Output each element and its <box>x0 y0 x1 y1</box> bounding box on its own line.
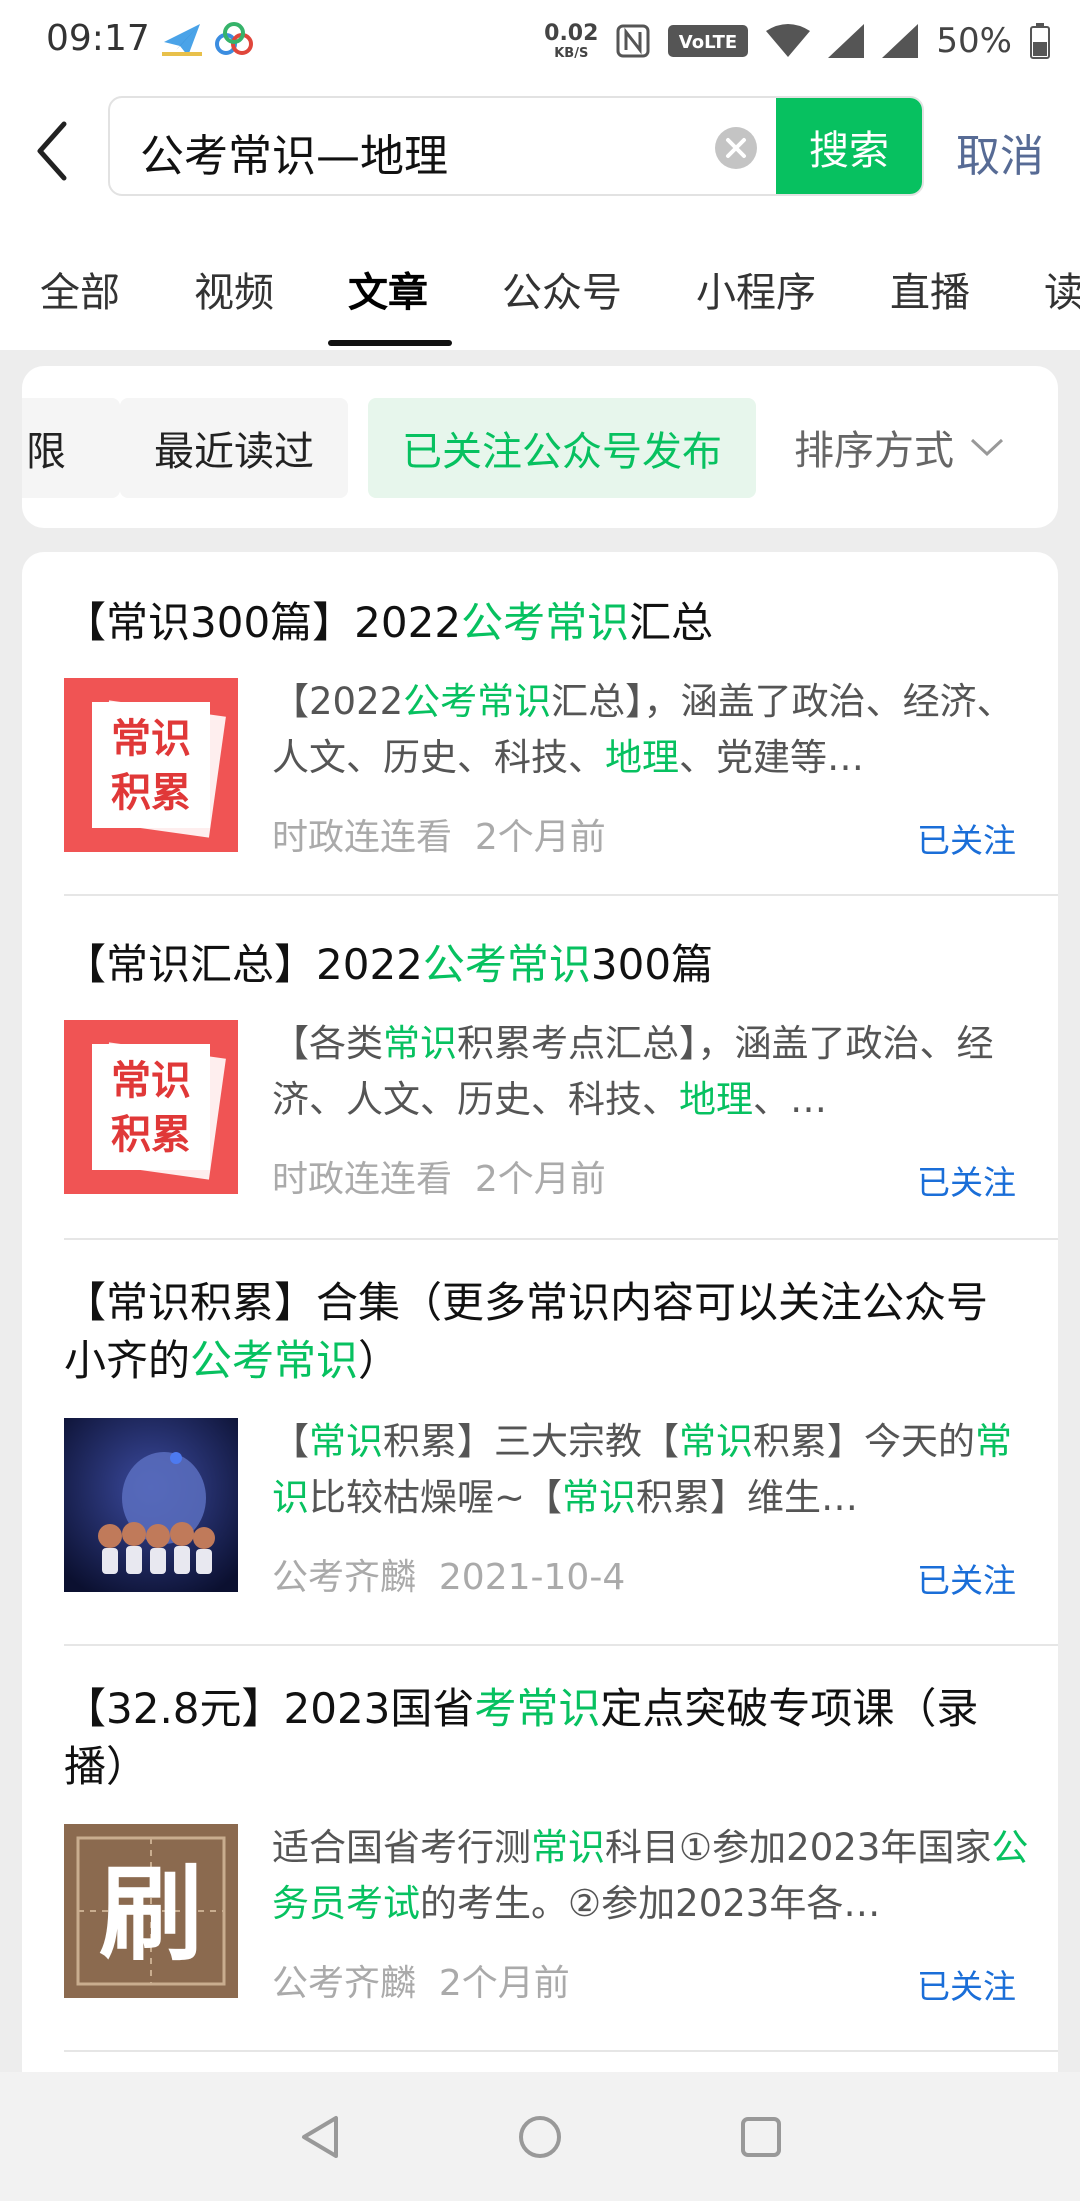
tab-read[interactable]: 读 <box>1044 260 1080 318</box>
volte-icon: VoLTE <box>668 25 749 57</box>
result-title: 【常识300篇】2022公考常识汇总 <box>64 598 714 647</box>
nav-recents-icon[interactable] <box>736 2112 786 2162</box>
followed-badge: 已关注 <box>917 1561 1016 1600</box>
divider <box>64 1238 1058 1240</box>
svg-text:常识: 常识 <box>111 715 191 762</box>
result-snippet: 【各类常识积累考点汇总】，涵盖了政治、经济、人文、历史、科技、地理、… <box>272 1022 994 1121</box>
result-title: 【常识汇总】2022公考常识300篇 <box>64 940 714 989</box>
filter-chip-limit[interactable]: 限 <box>22 398 120 498</box>
result-time: 2个月前 <box>474 817 606 858</box>
battery-icon <box>1030 23 1050 59</box>
result-thumbnail <box>64 1418 238 1592</box>
tab-video[interactable]: 视频 <box>194 260 274 318</box>
divider <box>64 2050 1058 2052</box>
tab-mini-programs[interactable]: 小程序 <box>696 260 816 318</box>
signal-icon-2 <box>882 24 919 58</box>
filter-bar: 限 最近读过 已关注公众号发布 排序方式 <box>22 366 1058 528</box>
back-arrow-icon[interactable] <box>34 116 74 186</box>
active-tab-indicator <box>328 340 452 346</box>
svg-text:刷: 刷 <box>99 1852 203 1975</box>
nav-back-icon[interactable] <box>296 2112 346 2162</box>
result-meta: 公考齐麟 2个月前 <box>272 1954 570 2006</box>
category-tabs: 全部 视频 文章 公众号 小程序 直播 读 <box>0 240 1080 350</box>
filter-chip-followed-accounts[interactable]: 已关注公众号发布 <box>368 398 756 498</box>
chevron-down-icon <box>970 438 1004 457</box>
result-thumbnail: 常识 积累 <box>64 1020 238 1194</box>
result-source[interactable]: 公考齐麟 <box>272 1963 416 2004</box>
sort-dropdown[interactable]: 排序方式 <box>794 418 1004 476</box>
search-header: 公考常识—地理 搜索 取消 全部 视频 文章 公众号 小程序 直播 读 <box>0 80 1080 350</box>
followed-badge: 已关注 <box>917 1163 1016 1202</box>
status-bar: 09:17 0.02 KB/S VoLTE 50% <box>0 0 1080 80</box>
paper-plane-icon <box>162 24 202 56</box>
svg-text:常识: 常识 <box>111 1057 191 1104</box>
result-meta: 时政连连看 2个月前 <box>272 1150 606 1202</box>
tab-articles[interactable]: 文章 <box>348 260 428 318</box>
system-nav-bar <box>0 2072 1080 2201</box>
result-time: 2个月前 <box>474 1159 606 1200</box>
followed-badge: 已关注 <box>917 821 1016 860</box>
search-bar[interactable]: 公考常识—地理 搜索 <box>108 96 924 196</box>
result-title: 【32.8元】2023国省考常识定点突破专项课（录播） <box>64 1684 979 1791</box>
result-source[interactable]: 时政连连看 <box>272 1159 452 1200</box>
divider <box>64 894 1058 896</box>
wifi-icon <box>766 24 811 57</box>
result-time: 2个月前 <box>438 1963 570 2004</box>
result-snippet: 适合国省考行测常识科目①参加2023年国家公务员考试的考生。②参加2023年各… <box>272 1826 1029 1925</box>
result-source[interactable]: 时政连连看 <box>272 817 452 858</box>
divider <box>64 1644 1058 1646</box>
filter-chip-recently-read[interactable]: 最近读过 <box>120 398 348 498</box>
cancel-button[interactable]: 取消 <box>956 120 1044 184</box>
result-snippet: 【常识积累】三大宗教【常识积累】今天的常识比较枯燥喔~【常识积累】维生… <box>272 1420 1012 1519</box>
clear-icon[interactable] <box>714 126 758 170</box>
tab-official-accounts[interactable]: 公众号 <box>502 260 622 318</box>
tab-live[interactable]: 直播 <box>890 260 970 318</box>
result-time: 2021-10-4 <box>438 1557 626 1598</box>
tab-all[interactable]: 全部 <box>40 260 120 318</box>
nav-home-icon[interactable] <box>515 2112 565 2162</box>
result-thumbnail: 常识 积累 <box>64 678 238 852</box>
nfc-icon <box>616 24 650 58</box>
sort-label: 排序方式 <box>794 428 954 474</box>
result-title: 【常识积累】合集（更多常识内容可以关注公众号小齐的公考常识） <box>64 1278 989 1385</box>
result-meta: 时政连连看 2个月前 <box>272 808 606 860</box>
signal-icon <box>828 24 865 58</box>
result-thumbnail: 刷 <box>64 1824 238 1998</box>
search-input[interactable]: 公考常识—地理 <box>140 120 448 184</box>
result-meta: 公考齐麟 2021-10-4 <box>272 1548 625 1600</box>
network-speed: 0.02 KB/S <box>544 20 599 61</box>
battery-percent: 50% <box>936 21 1012 61</box>
svg-text:积累: 积累 <box>111 769 191 816</box>
followed-badge: 已关注 <box>917 1967 1016 2006</box>
results-list: 【常识300篇】2022公考常识汇总 常识 积累 【2022公考常识汇总】，涵盖… <box>22 552 1058 2072</box>
svg-text:积累: 积累 <box>111 1111 191 1158</box>
cloud-app-icon <box>215 22 253 55</box>
status-time: 09:17 <box>46 18 150 59</box>
svg-text:VoLTE: VoLTE <box>679 32 737 53</box>
search-button[interactable]: 搜索 <box>776 98 922 194</box>
result-source[interactable]: 公考齐麟 <box>272 1557 416 1598</box>
result-snippet: 【2022公考常识汇总】，涵盖了政治、经济、人文、历史、科技、地理、党建等… <box>272 680 1014 779</box>
